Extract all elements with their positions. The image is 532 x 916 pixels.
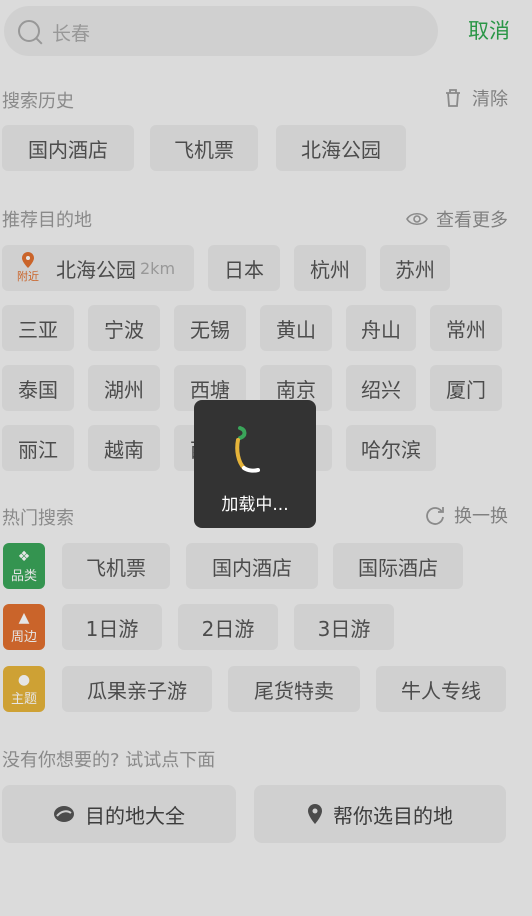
loading-spinner-icon <box>235 426 260 473</box>
loading-toast: 加载中... <box>194 400 316 528</box>
loading-text: 加载中... <box>221 495 289 515</box>
